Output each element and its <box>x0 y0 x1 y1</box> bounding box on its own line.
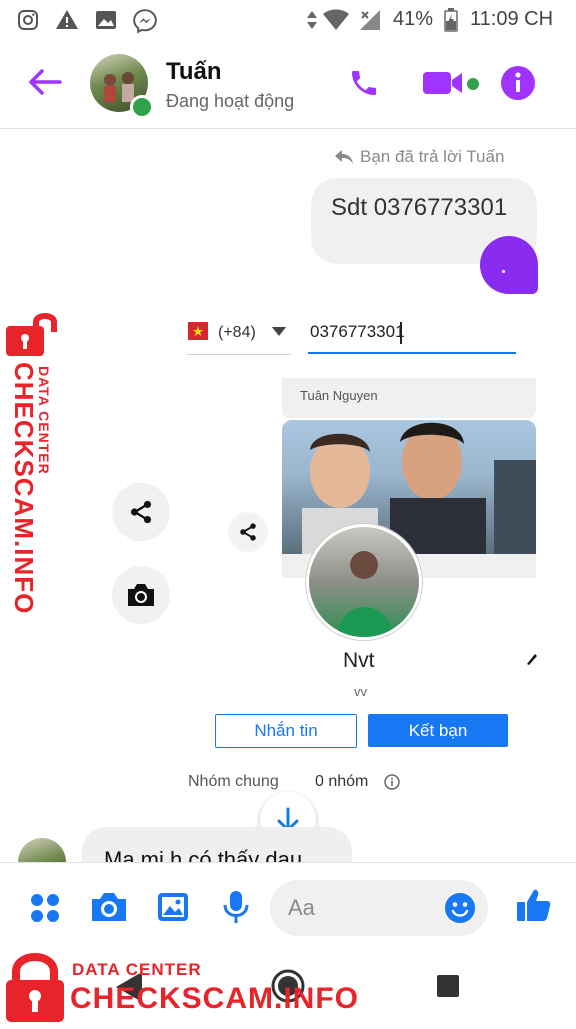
text-cursor <box>400 322 402 344</box>
mutual-groups-label: Nhóm chung <box>188 773 279 790</box>
info-icon[interactable] <box>500 65 536 101</box>
watermark-lock-large-icon <box>4 950 66 1029</box>
signal-icon <box>360 10 380 30</box>
watermark-vertical-sub: DATA CENTER <box>36 366 52 475</box>
data-arrows-icon <box>307 11 317 29</box>
dropdown-caret-icon <box>272 327 286 336</box>
thumbs-up-icon[interactable] <box>516 887 552 923</box>
message-button[interactable]: Nhắn tin <box>215 714 357 748</box>
messenger-icon <box>133 9 157 34</box>
status-bar: 41% 11:09 CH <box>0 0 576 40</box>
camera-button[interactable] <box>112 566 170 624</box>
back-arrow-icon[interactable] <box>28 68 62 96</box>
contact-name[interactable]: Tuấn <box>166 58 222 86</box>
presence-status: Đang hoạt động <box>166 91 295 111</box>
vietnam-flag-icon <box>188 322 208 340</box>
reply-label: Bạn đã trả lời Tuấn <box>360 147 505 166</box>
conversation-header: Tuấn Đang hoạt động <box>0 40 576 129</box>
info-small-icon[interactable] <box>384 774 400 790</box>
microphone-icon[interactable] <box>222 889 250 925</box>
reply-indicator: Bạn đã trả lời Tuấn <box>334 147 504 167</box>
phone-icon[interactable] <box>348 67 380 99</box>
clock: 11:09 CH <box>470 8 554 30</box>
more-actions-icon[interactable] <box>29 892 61 924</box>
share-icon <box>130 500 152 524</box>
post-author: Tuân Nguyen <box>300 388 378 403</box>
image-icon[interactable] <box>156 891 190 923</box>
profile-picture[interactable] <box>306 524 422 640</box>
profile-subtitle: vv <box>354 684 367 699</box>
mutual-groups-value: 0 nhóm <box>315 773 369 790</box>
watermark-bottom-sub: DATA CENTER <box>72 960 202 979</box>
message-input-placeholder: Aa <box>288 895 315 920</box>
outgoing-message-text: Sdt 0376773301 <box>331 194 508 221</box>
video-active-dot <box>467 78 479 90</box>
instagram-icon <box>18 10 38 30</box>
phone-input-underline <box>308 352 516 354</box>
share-icon <box>240 523 256 541</box>
share-button[interactable] <box>112 483 170 541</box>
recents-nav-icon[interactable] <box>436 974 460 998</box>
watermark-vertical-main: CHECKSCAM.INFO <box>9 362 39 615</box>
country-code[interactable]: (+84) <box>218 324 256 342</box>
message-composer: Aa <box>0 862 576 953</box>
phone-number-input[interactable]: 0376773301 <box>310 322 405 342</box>
reply-arrow-icon <box>335 150 353 164</box>
camera-icon[interactable] <box>90 891 128 923</box>
share-small-button[interactable] <box>228 512 268 552</box>
wifi-icon <box>323 9 349 30</box>
add-friend-button[interactable]: Kết bạn <box>368 714 508 747</box>
profile-name: Nvt <box>343 649 375 672</box>
watermark-bottom-main: CHECKSCAM.INFO <box>70 982 359 1015</box>
online-dot <box>130 95 154 119</box>
emoji-icon[interactable] <box>444 892 476 924</box>
gallery-icon <box>96 11 116 29</box>
battery-percent: 41% <box>393 8 434 30</box>
post-photo[interactable] <box>282 420 536 554</box>
warning-icon <box>56 10 78 29</box>
pencil-icon[interactable] <box>525 652 539 666</box>
post-card-header: Tuân Nguyen <box>282 378 536 418</box>
message-input[interactable]: Aa <box>270 880 488 936</box>
battery-icon <box>444 8 458 32</box>
video-call-icon[interactable] <box>422 69 464 97</box>
watermark-lock-icon <box>6 312 57 356</box>
sent-image-thumbnail[interactable] <box>480 236 538 294</box>
country-code-underline <box>187 354 291 355</box>
camera-icon <box>128 584 154 606</box>
